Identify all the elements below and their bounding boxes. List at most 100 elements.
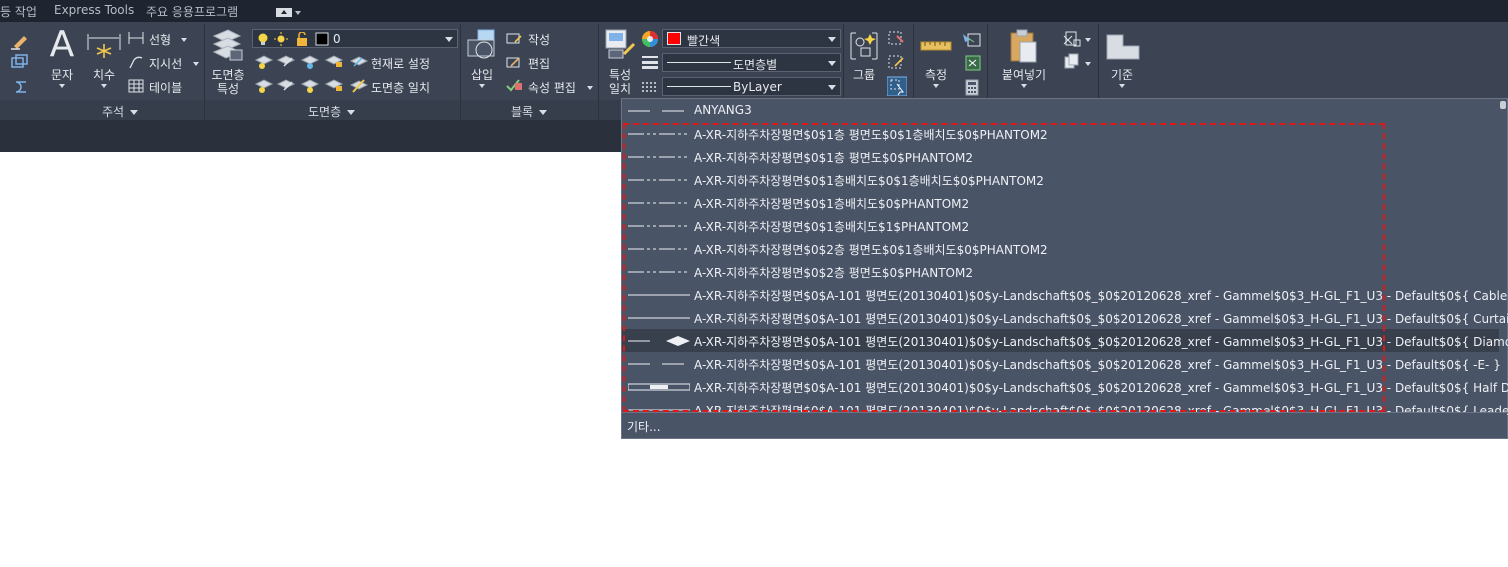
linetype-preview (667, 86, 731, 87)
linetype-list-item[interactable]: A-XR-지하주차장평면$0$2층 평면도$0$1층배치도$0$PHANTOM2 (622, 237, 1499, 260)
draw-tools-icon[interactable] (8, 30, 30, 94)
linetype-preview-icon (628, 266, 690, 276)
insert-label[interactable]: 삽입 (464, 66, 500, 83)
linetype-list-item[interactable]: A-XR-지하주차장평면$0$A-101 평면도(20130401)$0$y-L… (622, 283, 1508, 306)
autocad-window: 등 작업 Express Tools 주요 응용프로그램 A 문자 치수 선형 … (0, 0, 1508, 567)
linetype-name: A-XR-지하주차장평면$0$1층배치도$1$PHANTOM2 (694, 220, 970, 234)
clipboard-tool-icons[interactable] (1063, 31, 1081, 71)
lineweight-value: 도면층별 (733, 58, 778, 72)
chevron-down-icon[interactable] (1119, 84, 1125, 88)
lineweight-preview (667, 62, 731, 63)
color-value: 빨간색 (687, 34, 721, 48)
linetype-list-item[interactable]: A-XR-지하주차장평면$0$1층배치도$1$PHANTOM2 (622, 214, 1499, 237)
linetype-other-button[interactable]: 기타... (622, 412, 1507, 438)
linetype-name: A-XR-지하주차장평면$0$A-101 평면도(20130401)$0$y-L… (694, 335, 1508, 349)
base-label[interactable]: 기준 (1104, 66, 1140, 83)
measure-label[interactable]: 측정 (918, 66, 954, 83)
make-current-icon (350, 56, 368, 93)
layer-combo[interactable]: 0 (252, 29, 458, 48)
linetype-list-item[interactable]: A-XR-지하주차장평면$0$A-101 평면도(20130401)$0$y-L… (622, 352, 1501, 375)
color-combo[interactable]: 빨간색 (662, 29, 841, 48)
panel-separator (204, 24, 205, 120)
group-label[interactable]: 그룹 (846, 66, 882, 83)
tab-featured-apps[interactable]: 주요 응용프로그램 (146, 3, 238, 20)
scrollbar[interactable] (1500, 101, 1506, 411)
table-button[interactable]: 테이블 (149, 79, 182, 96)
linetype-name: A-XR-지하주차장평면$0$1층배치도$0$1층배치도$0$PHANTOM2 (694, 174, 1044, 188)
measure-icon[interactable] (920, 38, 952, 52)
chevron-down-icon[interactable] (193, 62, 199, 66)
tab-express-tools[interactable]: Express Tools (54, 3, 134, 17)
linetype-list-item[interactable]: A-XR-지하주차장평면$0$1층 평면도$0$PHANTOM2 (622, 145, 1499, 168)
chevron-down-icon[interactable] (1085, 62, 1091, 66)
chevron-down-icon[interactable] (933, 84, 939, 88)
leader-button[interactable]: 지시선 (149, 55, 182, 72)
chevron-down-icon (347, 110, 356, 115)
tab-collaborate[interactable]: 등 작업 (0, 3, 37, 20)
layer-properties-icon[interactable] (210, 28, 244, 64)
chevron-down-icon[interactable] (181, 38, 187, 42)
chevron-down-icon (539, 110, 548, 115)
paste-icon[interactable] (1008, 28, 1038, 64)
linetype-dropdown: ANYANG3 A-XR-지하주차장평면$0$1층 평면도$0$1층배치도$0$P… (621, 98, 1508, 439)
dimension-icon[interactable] (86, 30, 122, 64)
linetype-list-item[interactable]: ANYANG3 (622, 99, 1499, 122)
block-panel-title[interactable]: 블록 (511, 103, 548, 120)
lineweight-combo[interactable]: 도면층별 (662, 53, 841, 72)
group-icon[interactable] (848, 30, 880, 62)
linetype-combo[interactable]: ByLayer (662, 77, 841, 96)
chevron-down-icon[interactable] (479, 84, 485, 88)
linetype-name: A-XR-지하주차장평면$0$2층 평면도$0$PHANTOM2 (694, 266, 973, 280)
edit-block-button[interactable]: 편집 (528, 55, 550, 72)
paste-label[interactable]: 붙여넣기 (998, 66, 1050, 83)
match-layer-button[interactable]: 도면층 일치 (371, 79, 430, 96)
tab-overflow-dropdown[interactable] (276, 5, 301, 18)
chevron-down-icon (295, 11, 301, 15)
match-properties-icon[interactable] (604, 28, 638, 64)
edit-attributes-button[interactable]: 속성 편집 (528, 79, 576, 96)
chevron-down-icon (445, 37, 453, 42)
chevron-down-icon (828, 61, 836, 66)
linetype-list-item[interactable]: A-XR-지하주차장평면$0$A-101 평면도(20130401)$0$y-L… (622, 375, 1508, 398)
base-view-icon[interactable] (1106, 34, 1140, 60)
linetype-list-item[interactable]: A-XR-지하주차장평면$0$1층배치도$0$PHANTOM2 (622, 191, 1499, 214)
linetype-list-item[interactable]: A-XR-지하주차장평면$0$1층 평면도$0$1층배치도$0$PHANTOM2 (622, 122, 1499, 145)
linetype-list-item[interactable]: A-XR-지하주차장평면$0$2층 평면도$0$PHANTOM2 (622, 260, 1499, 283)
block-panel-label: 블록 (511, 105, 534, 119)
dimension-label[interactable]: 치수 (86, 66, 122, 83)
linetype-preview-icon (628, 358, 690, 368)
utility-tool-icons[interactable] (962, 30, 982, 96)
chevron-down-icon[interactable] (59, 84, 65, 88)
block-tool-icons (506, 33, 522, 92)
chevron-down-icon[interactable] (1085, 38, 1091, 42)
linear-button[interactable]: 선형 (149, 31, 171, 48)
layer-properties-line2[interactable]: 특성 (206, 80, 250, 97)
group-tool-icons[interactable] (887, 30, 907, 96)
text-tool-icon[interactable]: A (48, 27, 76, 63)
text-tool-label[interactable]: 문자 (44, 66, 80, 83)
linetype-list-item[interactable]: A-XR-지하주차장평면$0$A-101 평면도(20130401)$0$y-L… (622, 329, 1508, 352)
linetype-name: A-XR-지하주차장평면$0$A-101 평면도(20130401)$0$y-L… (694, 312, 1508, 326)
linetype-list-item[interactable]: A-XR-지하주차장평면$0$1층배치도$0$1층배치도$0$PHANTOM2 (622, 168, 1499, 191)
insert-block-icon[interactable] (466, 28, 500, 64)
linetype-preview-icon (628, 174, 690, 184)
annotation-panel-title[interactable]: 주석 (102, 103, 139, 120)
color-wheel-icon (642, 31, 658, 47)
linetype-name: A-XR-지하주차장평면$0$1층 평면도$0$1층배치도$0$PHANTOM2 (694, 128, 1048, 142)
match-properties-line2[interactable]: 일치 (602, 80, 638, 97)
make-current-button[interactable]: 현재로 설정 (371, 55, 430, 72)
panel-separator (460, 24, 461, 120)
create-block-button[interactable]: 작성 (528, 31, 550, 48)
scrollbar-thumb[interactable] (1500, 101, 1506, 109)
linetype-list-item[interactable]: A-XR-지하주차장평면$0$A-101 평면도(20130401)$0$y-L… (622, 306, 1508, 329)
linetype-name: A-XR-지하주차장평면$0$A-101 평면도(20130401)$0$y-L… (694, 289, 1508, 303)
chevron-down-icon[interactable] (1021, 84, 1027, 88)
linetype-name: A-XR-지하주차장평면$0$1층배치도$0$PHANTOM2 (694, 197, 970, 211)
layers-panel-title[interactable]: 도면층 (308, 103, 356, 120)
chevron-down-icon[interactable] (587, 86, 593, 90)
linetype-preview-icon (628, 151, 690, 161)
chevron-down-icon (130, 110, 139, 115)
linetype-name: A-XR-지하주차장평면$0$A-101 평면도(20130401)$0$y-L… (694, 381, 1508, 395)
layer-tool-icons[interactable] (254, 52, 364, 96)
chevron-down-icon[interactable] (101, 84, 107, 88)
